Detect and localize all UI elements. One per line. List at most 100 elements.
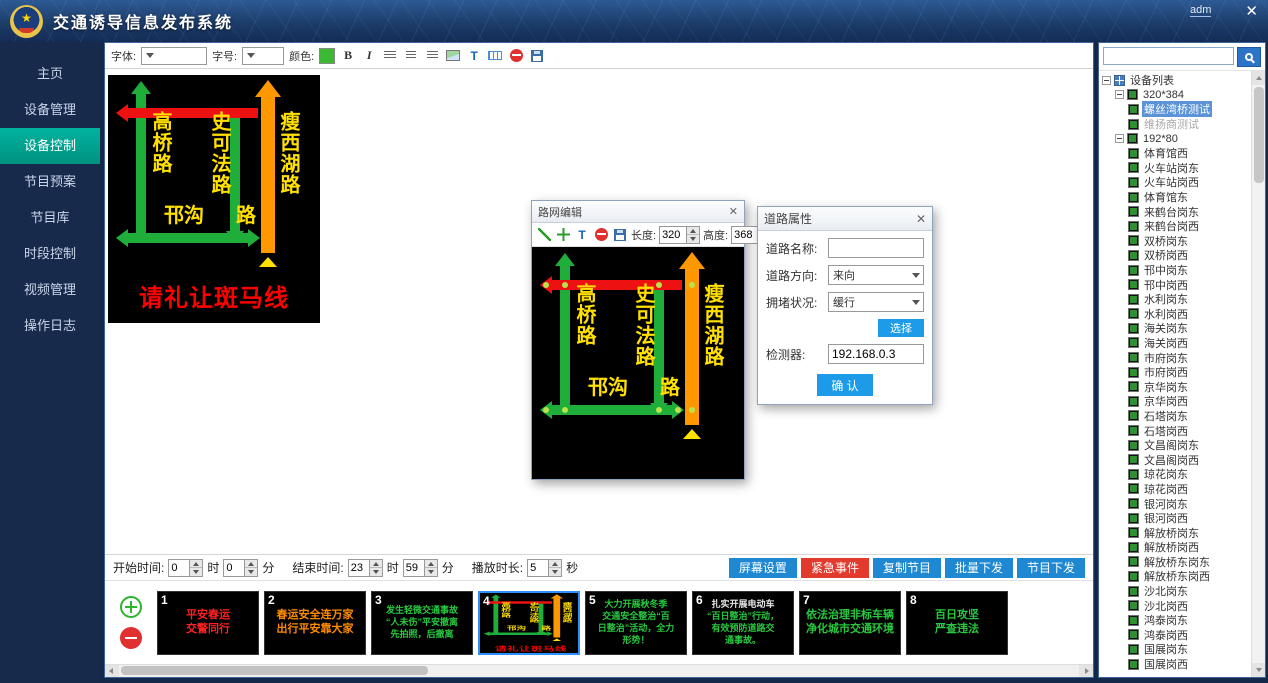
tree-item[interactable]: 京华岗东	[1099, 379, 1251, 394]
tree-item[interactable]: 解放桥岗西	[1099, 540, 1251, 555]
tree-item[interactable]: 文昌阁岗东	[1099, 438, 1251, 453]
program-send-button[interactable]: 节目下发	[1017, 558, 1085, 578]
sidebar-item-2[interactable]: 设备控制	[0, 128, 100, 164]
scroll-up-arrow[interactable]	[1252, 71, 1265, 85]
tree-item[interactable]: 鸿泰岗西	[1099, 628, 1251, 643]
tree-item[interactable]: 沙北岗西	[1099, 598, 1251, 613]
led-preview[interactable]: 高桥路史可法路瘦西湖路邗沟路请礼让斑马线	[108, 75, 320, 323]
scrollbar-thumb[interactable]	[1254, 87, 1264, 183]
spin-up-icon[interactable]	[370, 560, 382, 569]
tree-item[interactable]: 银河岗东	[1099, 496, 1251, 511]
length-spinner[interactable]	[659, 226, 700, 244]
sidebar-item-4[interactable]: 节目库	[0, 200, 100, 236]
align-right-button[interactable]	[424, 47, 440, 65]
vertical-scrollbar[interactable]	[1251, 71, 1265, 677]
sidebar-item-3[interactable]: 节目预案	[0, 164, 100, 200]
tree-item[interactable]: 320*384	[1099, 88, 1251, 103]
tree-item[interactable]: 体育馆西	[1099, 146, 1251, 161]
length-input[interactable]	[660, 227, 686, 243]
program-thumbnail-1[interactable]: 1平安春运交警同行	[157, 591, 259, 655]
batch-send-button[interactable]: 批量下发	[945, 558, 1013, 578]
sidebar-item-0[interactable]: 主页	[0, 56, 100, 92]
tree-item[interactable]: 螺丝湾桥测试	[1099, 102, 1251, 117]
tree-item[interactable]: 邗中岗西	[1099, 277, 1251, 292]
tree-item[interactable]: 设备列表	[1099, 73, 1251, 88]
tree-item[interactable]: 火车站岗西	[1099, 175, 1251, 190]
start-hour-spinner[interactable]	[168, 559, 203, 577]
tree-item[interactable]: 琼花岗东	[1099, 467, 1251, 482]
scroll-right-arrow[interactable]	[1079, 665, 1093, 677]
tree-item[interactable]: 琼花岗西	[1099, 482, 1251, 497]
insert-image-button[interactable]	[445, 47, 461, 65]
spin-up-icon[interactable]	[687, 227, 699, 236]
tree-item[interactable]: 火车站岗东	[1099, 161, 1251, 176]
spin-down-icon[interactable]	[687, 235, 699, 243]
tree-item[interactable]: 银河岗西	[1099, 511, 1251, 526]
tree-expander-icon[interactable]	[1102, 76, 1111, 85]
end-minute-spinner[interactable]	[403, 559, 438, 577]
tree-item[interactable]: 国展岗东	[1099, 642, 1251, 657]
editor-canvas[interactable]: 高桥路史可法路瘦西湖路邗沟路	[532, 247, 744, 479]
sidebar-item-5[interactable]: 时段控制	[0, 236, 100, 272]
tree-item[interactable]: 双桥岗西	[1099, 248, 1251, 263]
dialog-close-button[interactable]: ✕	[729, 205, 738, 218]
scroll-left-arrow[interactable]	[105, 665, 119, 677]
tree-item[interactable]: 体育馆东	[1099, 190, 1251, 205]
tree-item[interactable]: 维扬商测试	[1099, 117, 1251, 132]
save-button[interactable]	[529, 47, 545, 65]
spin-down-icon[interactable]	[245, 568, 257, 576]
delete-button[interactable]	[508, 47, 524, 65]
program-thumbnail-2[interactable]: 2春运安全连万家出行平安靠大家	[264, 591, 366, 655]
tree-item[interactable]: 海关岗东	[1099, 321, 1251, 336]
scrollbar-track[interactable]	[1252, 85, 1265, 663]
tree-item[interactable]: 市府岗东	[1099, 350, 1251, 365]
end-hour-spinner[interactable]	[348, 559, 383, 577]
copy-program-button[interactable]: 复制节目	[873, 558, 941, 578]
ruler-button[interactable]	[487, 47, 503, 65]
tree-expander-icon[interactable]	[1115, 90, 1124, 99]
italic-button[interactable]: I	[361, 47, 377, 65]
tree-item[interactable]: 解放桥东岗西	[1099, 569, 1251, 584]
text-tool-button[interactable]: T	[466, 47, 482, 65]
start-hour-input[interactable]	[169, 560, 189, 576]
add-cross-tool[interactable]	[555, 226, 571, 244]
tree-item[interactable]: 鸿泰岗东	[1099, 613, 1251, 628]
tree-item[interactable]: 双桥岗东	[1099, 234, 1251, 249]
spin-down-icon[interactable]	[425, 568, 437, 576]
remove-program-button[interactable]	[120, 627, 142, 649]
align-left-button[interactable]	[382, 47, 398, 65]
duration-input[interactable]	[528, 560, 548, 576]
current-user[interactable]: adm	[1190, 4, 1211, 17]
spin-down-icon[interactable]	[190, 568, 202, 576]
duration-spinner[interactable]	[527, 559, 562, 577]
emergency-event-button[interactable]: 紧急事件	[801, 558, 869, 578]
end-hour-input[interactable]	[349, 560, 369, 576]
tree-item[interactable]: 来鹤台岗东	[1099, 204, 1251, 219]
spin-up-icon[interactable]	[549, 560, 561, 569]
height-input[interactable]	[732, 227, 758, 243]
scrollbar-track[interactable]	[119, 665, 1079, 677]
tree-item[interactable]: 水利岗东	[1099, 292, 1251, 307]
search-button[interactable]	[1237, 47, 1261, 67]
tree-item[interactable]: 文昌阁岗西	[1099, 452, 1251, 467]
end-minute-input[interactable]	[404, 560, 424, 576]
tree-item[interactable]: 沙北岗东	[1099, 584, 1251, 599]
sidebar-item-1[interactable]: 设备管理	[0, 92, 100, 128]
congestion-select[interactable]: 缓行	[828, 292, 924, 312]
program-thumbnail-8[interactable]: 8百日攻坚严查违法	[906, 591, 1008, 655]
program-thumbnail-6[interactable]: 6扎实开展电动车“百日整治”行动，有效预防道路交通事故。	[692, 591, 794, 655]
program-thumbnail-5[interactable]: 5大力开展秋冬季交通安全整治“百日整治”活动，全力形势！	[585, 591, 687, 655]
screen-settings-button[interactable]: 屏幕设置	[729, 558, 797, 578]
tree-item[interactable]: 国展岗西	[1099, 657, 1251, 672]
tree-item[interactable]: 来鹤台岗西	[1099, 219, 1251, 234]
tree-item[interactable]: 石塔岗西	[1099, 423, 1251, 438]
road-name-input[interactable]	[828, 238, 924, 258]
draw-line-tool[interactable]	[536, 226, 552, 244]
size-select[interactable]	[242, 47, 284, 65]
scroll-down-arrow[interactable]	[1252, 663, 1265, 677]
tree-item[interactable]: 水利岗西	[1099, 307, 1251, 322]
program-thumbnail-7[interactable]: 7依法治理非标车辆净化城市交通环境	[799, 591, 901, 655]
tree-expander-icon[interactable]	[1115, 134, 1124, 143]
select-detector-button[interactable]: 选择	[878, 319, 924, 337]
tree-item[interactable]: 解放桥岗东	[1099, 525, 1251, 540]
